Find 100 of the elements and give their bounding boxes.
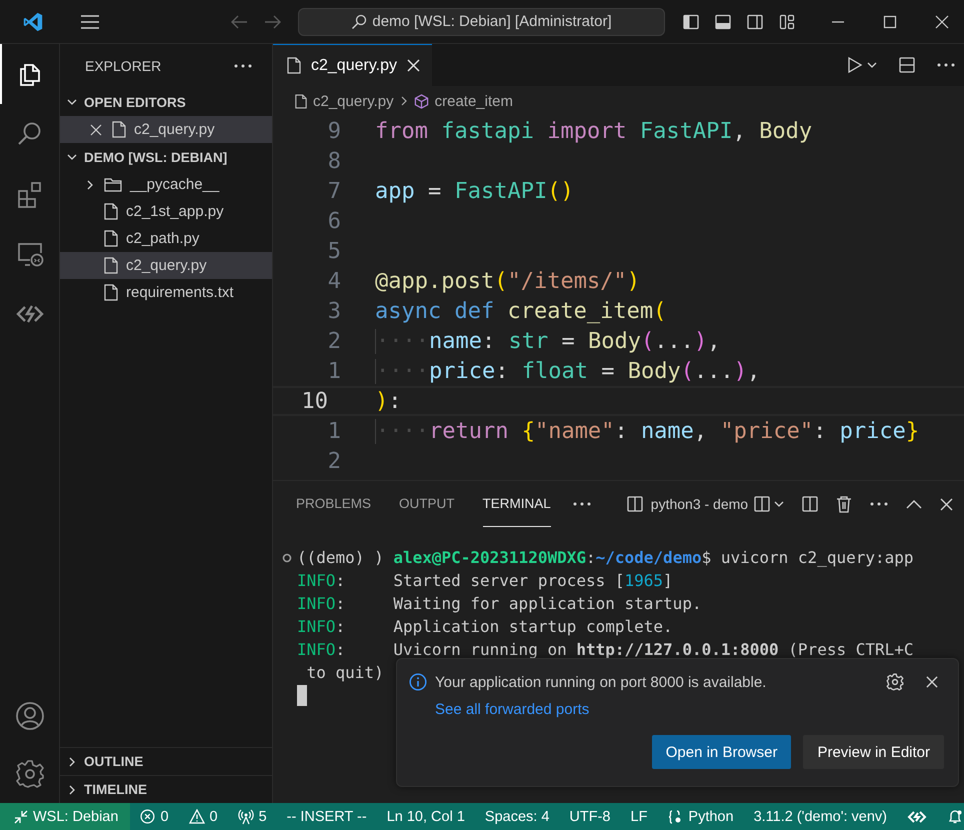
terminal-line: ((demo) ) alex@PC-20231120WDXG:~/code/demo$ uvicorn c2_query:app (297, 548, 914, 567)
close-icon[interactable] (926, 676, 938, 688)
status-item[interactable]: 5 (228, 803, 277, 830)
file-icon (287, 57, 301, 74)
settings-icon[interactable] (886, 673, 904, 691)
status-item[interactable]: Spaces: 4 (474, 803, 560, 830)
terminal-line: INFO: Uvicorn running on http://127.0.0.1:8000 (Press CTRL+C (297, 640, 914, 659)
line-number: 10 (300, 388, 328, 414)
split-editor-icon[interactable] (899, 57, 915, 73)
info-icon (409, 673, 427, 691)
status-item[interactable]: LF (620, 803, 658, 830)
section-header[interactable]: OPEN EDITORS (60, 88, 272, 116)
code-line: from fastapi import FastAPI, Body (375, 118, 812, 144)
line-number: 9 (326, 118, 341, 144)
status-item[interactable]: 0 (178, 803, 228, 830)
forwarded-ports-link[interactable]: See all forwarded ports (435, 701, 590, 718)
panel-tab[interactable]: OUTPUT (399, 481, 455, 527)
command-center-text: demo [WSL: Debian] [Administrator] (372, 13, 612, 30)
close-icon[interactable] (940, 498, 953, 510)
code-line: async def create_item( (375, 298, 666, 324)
section-header[interactable]: DEMO [WSL: DEBIAN] (60, 143, 272, 171)
breadcrumb-item[interactable]: create_item (414, 92, 513, 110)
status-item[interactable]: -- INSERT -- (276, 803, 377, 830)
panel-layout-icon[interactable] (715, 14, 731, 30)
split-pane-icon[interactable] (802, 496, 818, 512)
terminal-line: INFO: Started server process [1965] (297, 571, 673, 590)
terminal-cursor (297, 685, 307, 706)
back-arrow-icon[interactable] (230, 14, 248, 28)
file-tree-item[interactable]: __pycache__ (60, 171, 272, 198)
file-icon (104, 203, 118, 220)
line-number: 1 (326, 418, 341, 444)
more-actions-icon[interactable] (937, 63, 955, 67)
account-icon (14, 701, 44, 731)
code-line: ): (375, 388, 402, 414)
file-icon (104, 284, 118, 301)
status-item[interactable]: UTF-8 (559, 803, 620, 830)
status-item[interactable]: Ln 10, Col 1 (376, 803, 475, 830)
settings-icon (14, 759, 44, 789)
customize-layout-icon[interactable] (779, 14, 795, 30)
file-icon (295, 94, 307, 108)
terminal-line: INFO: Waiting for application startup. (297, 594, 702, 613)
line-number: 6 (326, 208, 341, 234)
notification-button[interactable]: Open in Browser (652, 735, 792, 769)
status-item[interactable]: 0 (130, 803, 179, 830)
cube-icon (414, 94, 429, 108)
section-header[interactable]: OUTLINE (60, 747, 272, 775)
line-number: 2 (326, 328, 341, 354)
status-item[interactable]: Python (657, 803, 744, 830)
caret-icon[interactable] (774, 499, 784, 509)
code-line: ····name: str = Body(...), (375, 328, 720, 354)
chevron-icon (400, 95, 408, 107)
notification-message: Your application running on port 8000 is available. See all forwarded ports (435, 673, 768, 720)
braces-icon (667, 808, 684, 824)
close-icon[interactable] (935, 14, 949, 28)
sidebar-layout-icon[interactable] (683, 14, 699, 30)
file-icon (104, 257, 118, 274)
file-tree-item[interactable]: c2_path.py (60, 225, 272, 252)
run-icon[interactable] (847, 56, 863, 74)
command-status-icon (282, 553, 292, 563)
more-actions-icon[interactable] (234, 64, 252, 68)
status-item[interactable]: 3.11.2 ('demo': venv) (744, 803, 897, 830)
chevron-up-icon[interactable] (906, 499, 922, 509)
terminal-selector[interactable]: python3 - demo (626, 496, 748, 512)
sidebar-title: EXPLORER (85, 58, 162, 74)
menu-icon[interactable] (80, 14, 100, 30)
file-tree-item[interactable]: c2_query.py (60, 252, 272, 279)
notification-button[interactable]: Preview in Editor (803, 735, 944, 769)
maximize-icon[interactable] (883, 14, 897, 28)
line-number: 5 (326, 238, 341, 264)
forward-arrow-icon[interactable] (264, 14, 282, 28)
panel-tab[interactable]: PROBLEMS (296, 481, 372, 527)
code-line: @app.post("/items/") (375, 268, 640, 294)
code-line: app = FastAPI() (375, 178, 574, 204)
split-layout-icon[interactable] (747, 14, 763, 30)
panel-tab[interactable]: TERMINAL (482, 481, 551, 527)
file-tree-item[interactable]: requirements.txt (60, 279, 272, 306)
code-line: ····price: float = Body(...), (375, 358, 760, 384)
code-line: ····return {"name": name, "price": price} (375, 418, 920, 444)
status-item[interactable]: WSL: Debian (0, 803, 130, 830)
file-tree-item[interactable]: c2_1st_app.py (60, 198, 272, 225)
file-icon (112, 121, 126, 138)
search-icon (351, 14, 368, 30)
close-icon[interactable] (406, 59, 420, 72)
warning-icon (188, 809, 205, 824)
app-logo-icon (22, 10, 44, 32)
caret-icon[interactable] (867, 60, 877, 70)
command-center[interactable]: demo [WSL: Debian] [Administrator] (298, 8, 665, 36)
broadcast-icon (238, 808, 254, 824)
diamond-link-icon (907, 810, 927, 824)
file-tree-item[interactable]: c2_query.py (60, 116, 272, 143)
trash-icon[interactable] (836, 496, 852, 512)
remote-monitor-icon (16, 240, 44, 268)
more-actions-icon[interactable] (572, 502, 591, 506)
editor-tab[interactable]: c2_query.py (273, 44, 432, 86)
line-number: 2 (326, 448, 341, 474)
breadcrumb-item[interactable]: c2_query.py (295, 92, 394, 110)
close-icon[interactable] (90, 124, 102, 136)
terminal-line: INFO: Application startup complete. (297, 617, 673, 636)
more-actions-icon[interactable] (870, 502, 888, 506)
split-pane-icon[interactable] (754, 496, 770, 512)
